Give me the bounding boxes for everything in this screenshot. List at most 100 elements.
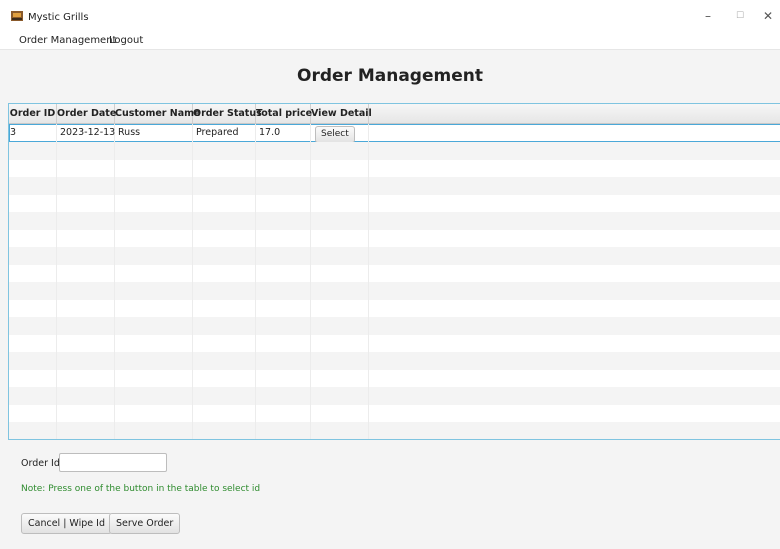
empty-cell xyxy=(256,142,311,160)
empty-table-row xyxy=(9,247,780,265)
empty-cell xyxy=(311,229,369,247)
empty-table-row xyxy=(9,229,780,247)
empty-cell xyxy=(115,387,193,405)
empty-table-row xyxy=(9,159,780,177)
table-row[interactable]: 3 2023-12-13 Russ Prepared 17.0 Select xyxy=(9,124,780,143)
empty-cell xyxy=(193,422,256,439)
empty-cell xyxy=(57,369,115,387)
empty-table-row xyxy=(9,282,780,300)
empty-cell xyxy=(311,282,369,300)
empty-cell xyxy=(57,317,115,335)
column-total-price[interactable]: Total price xyxy=(256,104,312,123)
empty-cell xyxy=(57,247,115,265)
empty-table-row xyxy=(9,142,780,160)
empty-table-row xyxy=(9,194,780,212)
empty-cell xyxy=(256,159,311,177)
empty-cell xyxy=(9,229,57,247)
empty-cell xyxy=(115,282,193,300)
empty-cell xyxy=(193,317,256,335)
empty-cell xyxy=(256,247,311,265)
app-logo-icon xyxy=(11,11,23,21)
empty-cell xyxy=(256,317,311,335)
empty-cell xyxy=(311,264,369,282)
empty-cell xyxy=(256,299,311,317)
empty-cell xyxy=(311,212,369,230)
empty-cell xyxy=(115,212,193,230)
empty-cell xyxy=(256,177,311,195)
column-order-date[interactable]: Order Date xyxy=(57,104,116,123)
empty-cell xyxy=(57,352,115,370)
empty-cell xyxy=(57,264,115,282)
empty-cell xyxy=(9,299,57,317)
empty-cell xyxy=(311,317,369,335)
empty-cell xyxy=(9,352,57,370)
empty-cell xyxy=(311,159,369,177)
menu-order-management[interactable]: Order Management xyxy=(19,35,116,46)
empty-cell xyxy=(57,229,115,247)
order-id-input[interactable] xyxy=(59,453,167,472)
empty-cell xyxy=(311,299,369,317)
empty-cell xyxy=(9,369,57,387)
empty-cell xyxy=(193,404,256,422)
empty-cell xyxy=(9,422,57,439)
empty-cell xyxy=(193,264,256,282)
empty-cell xyxy=(115,369,193,387)
column-view-detail[interactable]: View Detail xyxy=(311,104,372,123)
empty-cell xyxy=(193,194,256,212)
empty-cell xyxy=(193,352,256,370)
empty-cell xyxy=(57,194,115,212)
empty-cell xyxy=(193,369,256,387)
empty-table-row xyxy=(9,334,780,352)
cell-view-detail: Select xyxy=(311,124,369,143)
empty-cell xyxy=(256,422,311,439)
empty-cell xyxy=(57,404,115,422)
empty-cell xyxy=(115,334,193,352)
empty-cell xyxy=(57,142,115,160)
empty-cell xyxy=(9,317,57,335)
empty-cell xyxy=(256,369,311,387)
empty-cell xyxy=(57,334,115,352)
minimize-button[interactable]: – xyxy=(698,9,718,23)
cell-customer-name: Russ xyxy=(115,124,193,142)
empty-cell xyxy=(115,422,193,439)
column-order-status[interactable]: Order Status xyxy=(193,104,262,123)
empty-cell xyxy=(115,264,193,282)
empty-cell xyxy=(57,282,115,300)
selection-note: Note: Press one of the button in the tab… xyxy=(21,484,261,494)
empty-cell xyxy=(193,247,256,265)
table-header: Order ID Order Date Customer Name Order … xyxy=(9,104,780,124)
empty-table-row xyxy=(9,177,780,195)
column-customer-name[interactable]: Customer Name xyxy=(115,104,201,123)
empty-cell xyxy=(193,177,256,195)
serve-order-button[interactable]: Serve Order xyxy=(109,513,181,534)
empty-cell xyxy=(311,177,369,195)
empty-cell xyxy=(311,247,369,265)
empty-cell xyxy=(256,282,311,300)
column-order-id[interactable]: Order ID xyxy=(9,104,57,123)
menu-logout[interactable]: Logout xyxy=(109,35,143,46)
empty-cell xyxy=(9,247,57,265)
empty-cell xyxy=(311,142,369,160)
cell-order-date: 2023-12-13 xyxy=(57,124,115,142)
empty-cell xyxy=(9,404,57,422)
order-id-label: Order Id: xyxy=(21,458,64,469)
window-title: Mystic Grills xyxy=(28,12,89,23)
cell-order-id: 3 xyxy=(9,124,57,142)
empty-cell xyxy=(115,194,193,212)
close-button[interactable]: ✕ xyxy=(758,9,778,23)
empty-cell xyxy=(115,299,193,317)
empty-cell xyxy=(115,352,193,370)
select-order-button[interactable]: Select xyxy=(315,126,355,143)
empty-cell xyxy=(57,387,115,405)
orders-table: Order ID Order Date Customer Name Order … xyxy=(8,103,780,440)
empty-cell xyxy=(115,317,193,335)
empty-cell xyxy=(9,194,57,212)
empty-cell xyxy=(311,387,369,405)
empty-cell xyxy=(311,404,369,422)
maximize-button[interactable]: ☐ xyxy=(730,9,750,23)
empty-table-row xyxy=(9,369,780,387)
empty-cell xyxy=(115,142,193,160)
cancel-wipe-id-button[interactable]: Cancel | Wipe Id xyxy=(21,513,112,534)
empty-cell xyxy=(9,387,57,405)
empty-cell xyxy=(115,177,193,195)
